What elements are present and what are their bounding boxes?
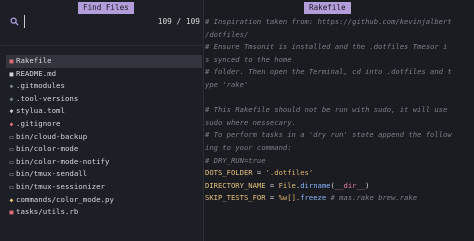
code-token: DIRECTORY_NAME xyxy=(205,180,266,190)
file-name: .gitmodules xyxy=(16,81,65,91)
code-token: s synced to the home xyxy=(205,54,292,64)
code-token: %w[ xyxy=(278,193,292,203)
file-item[interactable]: ◆ .gitmodules xyxy=(6,80,202,93)
code-token: SKIP_TESTS_FOR xyxy=(205,193,266,203)
code-line: DIRECTORY_NAME = File.dirname(__dir__) xyxy=(205,180,471,193)
finder-title: Find Files xyxy=(78,2,134,14)
ruby-icon: ■ xyxy=(9,208,14,217)
code-line: # folder. Then open the Terminal, cd int… xyxy=(205,66,471,79)
file-icon: ▭ xyxy=(9,157,14,166)
file-name: .gitignore xyxy=(16,118,61,128)
file-item[interactable]: ■ Rakefile xyxy=(6,55,202,68)
file-item[interactable]: ▭ bin/cloud-backup xyxy=(6,131,202,144)
code-token: # mas.rake brew.rake xyxy=(326,193,418,203)
code-token: = xyxy=(265,193,279,203)
result-counter: 109 / 109 xyxy=(157,17,200,26)
file-item[interactable]: ✱ stylua.toml xyxy=(6,105,202,118)
file-name: bin/color-mode-notify xyxy=(16,156,110,166)
code-token: = xyxy=(252,168,266,178)
code-line: # DRY_RUN=true xyxy=(205,155,471,168)
file-name: bin/tmux-sendall xyxy=(16,169,88,179)
code-token: File xyxy=(278,180,296,190)
code-line: # To perform tasks in a 'dry run' state … xyxy=(205,129,471,142)
file-name: bin/tmux-sessionizer xyxy=(16,181,105,191)
code-token: DOTS_FOLDER xyxy=(205,168,253,178)
file-item[interactable]: ◆ .tool-versions xyxy=(6,93,202,106)
code-line: ing to your command: xyxy=(205,142,471,155)
file-item[interactable]: ▭ bin/tmux-sendall xyxy=(6,168,202,181)
code-token: # This Rakefile should not be run with s… xyxy=(205,105,448,115)
code-token: # folder. Then open the Terminal, cd int… xyxy=(205,67,452,77)
code-line: # Ensure Tmsonit is installed and the .d… xyxy=(205,41,471,54)
git-icon: ◆ xyxy=(9,119,14,128)
file-finder-panel: Find Files 109 / 109 ■ Rakefile ■ README.md… xyxy=(0,0,204,241)
code-token: freeze xyxy=(300,193,327,203)
code-token: # To perform tasks in a 'dry run' state … xyxy=(205,130,452,140)
file-name: tasks/utils.rb xyxy=(16,207,79,217)
code-line: # This Rakefile should not be run with s… xyxy=(205,104,471,117)
file-name: README.md xyxy=(16,68,57,78)
markdown-icon: ■ xyxy=(9,69,14,78)
search-icon xyxy=(10,17,19,26)
file-item[interactable]: ◆ .gitignore xyxy=(6,118,202,131)
code-token: ) xyxy=(365,180,370,190)
file-name: stylua.toml xyxy=(16,106,65,116)
gear-icon: ✱ xyxy=(9,107,14,116)
file-list: ■ Rakefile ■ README.md ◆ .gitmodules ◆ .tool-ve… xyxy=(6,55,202,219)
git-icon: ◆ xyxy=(9,82,14,91)
code-line: sudo where nessecary. xyxy=(205,117,471,130)
file-name: bin/cloud-backup xyxy=(16,131,88,141)
code-token: __dir__ xyxy=(334,180,366,190)
file-item[interactable]: ■ tasks/utils.rb xyxy=(6,206,202,219)
code-token: dirname xyxy=(300,180,331,190)
file-item[interactable]: ▭ bin/color-mode-notify xyxy=(6,156,202,169)
code-token: ype 'rake' xyxy=(205,79,249,89)
code-line: # Inspiration taken from: https://github… xyxy=(205,16,471,29)
code-line: s synced to the home xyxy=(205,54,471,67)
file-item[interactable]: ◆ commands/color_mode.py xyxy=(6,194,202,207)
file-icon: ▭ xyxy=(9,170,14,179)
code-preview: # Inspiration taken from: https://github… xyxy=(205,16,471,205)
code-token: # Ensure Tmsonit is installed and the .d… xyxy=(205,42,448,52)
gear-icon: ◆ xyxy=(9,94,14,103)
file-name: commands/color_mode.py xyxy=(16,194,114,204)
file-item[interactable]: ▭ bin/color-mode xyxy=(6,143,202,156)
code-token: '.dotfiles' xyxy=(265,168,314,178)
file-icon: ▭ xyxy=(9,182,14,191)
code-token: ing to your command: xyxy=(205,142,292,152)
code-token: sudo where nessecary. xyxy=(205,117,296,127)
code-token: = xyxy=(265,180,279,190)
ruby-icon: ■ xyxy=(9,57,14,65)
file-icon: ▭ xyxy=(9,132,14,141)
file-name: Rakefile xyxy=(16,56,52,65)
code-token: # Inspiration taken from: https://github… xyxy=(205,17,452,26)
file-icon: ▭ xyxy=(9,145,14,154)
preview-title: Rakefile xyxy=(304,2,351,14)
code-token: /dotfiles/ xyxy=(205,29,249,39)
file-item[interactable]: ■ README.md xyxy=(6,68,202,81)
file-name: .tool-versions xyxy=(16,93,79,103)
code-line: DOTS_FOLDER = '.dotfiles' xyxy=(205,167,471,180)
divider xyxy=(0,45,204,46)
code-line: ype 'rake' xyxy=(205,79,471,92)
file-name: bin/color-mode xyxy=(16,144,79,154)
code-token: ]. xyxy=(291,193,301,203)
code-line: /dotfiles/ xyxy=(205,29,471,42)
code-line: SKIP_TESTS_FOR = %w[].freeze # mas.rake … xyxy=(205,192,471,205)
python-icon: ◆ xyxy=(9,195,14,204)
search-row: 109 / 109 xyxy=(0,14,204,29)
search-input[interactable] xyxy=(24,15,154,28)
file-item[interactable]: ▭ bin/tmux-sessionizer xyxy=(6,181,202,194)
code-token: # DRY_RUN=true xyxy=(205,155,266,165)
